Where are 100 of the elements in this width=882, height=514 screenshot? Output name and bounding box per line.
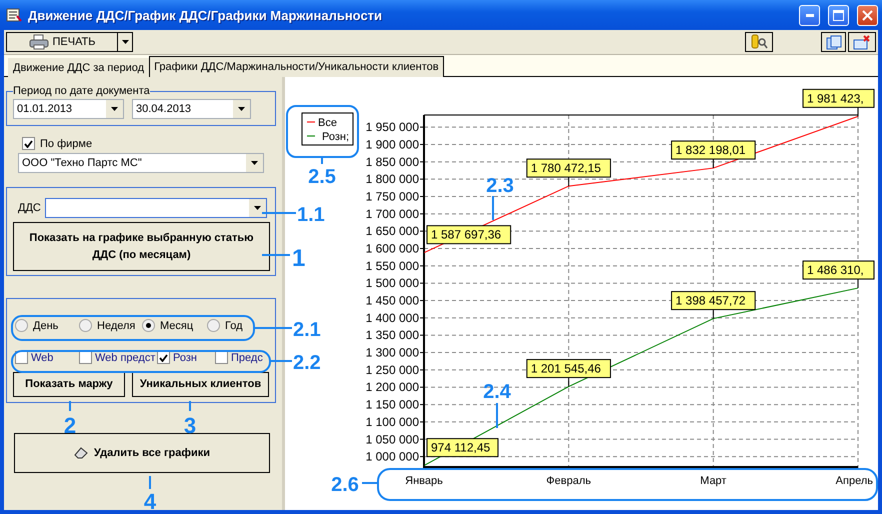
radio-label: День — [33, 320, 58, 332]
radio-label: Год — [225, 320, 243, 332]
leader-line — [270, 360, 292, 362]
date-to-field[interactable]: 30.04.2013 — [132, 99, 251, 119]
printer-icon — [28, 34, 48, 50]
checkbox-label: По фирме — [40, 138, 92, 150]
maximize-button[interactable] — [828, 4, 849, 26]
radio-label: Неделя — [97, 320, 136, 332]
radio-button[interactable] — [15, 319, 28, 332]
close-window-icon[interactable] — [848, 32, 876, 52]
callout-label: 2.6 — [331, 474, 359, 496]
channel-checkbox[interactable] — [79, 351, 92, 364]
channel-checkbox[interactable] — [215, 351, 228, 364]
y-axis-label: 1 850 000 — [366, 154, 419, 169]
close-icon — [862, 10, 873, 20]
y-axis-label: 1 350 000 — [366, 328, 419, 342]
y-axis-label: 1 550 000 — [366, 258, 419, 273]
dds-label: ДДС — [18, 202, 41, 214]
unique-clients-button[interactable]: Уникальных клиентов — [132, 372, 269, 397]
y-axis-label: 1 150 000 — [366, 398, 419, 412]
y-axis-label: 1 500 000 — [366, 276, 419, 290]
y-axis-label: 1 650 000 — [366, 224, 419, 238]
y-axis-label: 1 100 000 — [366, 414, 419, 429]
value-label: 974 112,45 — [424, 438, 498, 466]
legend-background — [302, 112, 354, 146]
value-label: 1 981 423, — [802, 88, 874, 117]
windows-icon[interactable] — [821, 32, 846, 52]
dropdown-button[interactable] — [118, 32, 133, 52]
y-axis-label: 1 300 000 — [366, 346, 419, 360]
window-title: Движение ДДС/График ДДС/Графики Маржинальности — [28, 8, 384, 22]
radio-button[interactable] — [207, 319, 220, 332]
y-axis-label: 1 450 000 — [366, 294, 419, 308]
show-margin-button[interactable]: Показать маржу — [13, 372, 125, 397]
radio-button[interactable] — [142, 319, 155, 332]
legend-label: Розн; — [322, 131, 350, 143]
radio-label: Месяц — [160, 320, 194, 332]
y-axis-label: 1 700 000 — [366, 206, 419, 221]
dds-field[interactable] — [44, 198, 267, 218]
maximize-icon — [833, 10, 844, 20]
leader-line — [262, 254, 290, 256]
callout-label: 1.1 — [297, 204, 325, 226]
value-label: 1 587 697,36 — [424, 225, 512, 254]
leader-line — [69, 401, 71, 411]
checkbox-label: Розн — [173, 352, 197, 364]
channel-checkbox[interactable] — [157, 351, 170, 364]
tab[interactable]: Движение ДДС за период — [8, 58, 150, 77]
callout-label: 1 — [292, 245, 306, 272]
caret-icon — [111, 107, 118, 111]
leader-line — [362, 482, 378, 484]
firm-checkbox[interactable] — [22, 137, 35, 150]
legend-item: Розн; — [306, 131, 350, 143]
leader-line — [149, 476, 151, 489]
checkbox-label: Web — [31, 352, 54, 364]
caret-icon — [122, 40, 128, 44]
x-axis-label: Апрель — [836, 475, 873, 487]
firm-field[interactable]: ООО "Техно Партс МС" — [18, 153, 264, 173]
leader-line — [321, 157, 323, 164]
eraser-icon — [74, 447, 88, 459]
callout-label: 2.3 — [486, 175, 514, 197]
key-icon[interactable] — [745, 32, 773, 52]
checkbox-label: Web предст — [95, 352, 156, 364]
x-axis-label: Февраль — [546, 475, 592, 487]
y-axis-label: 1 000 000 — [366, 450, 419, 464]
callout-label: 4 — [144, 489, 156, 514]
legend-item: Все — [306, 117, 337, 129]
radio-button[interactable] — [79, 319, 92, 332]
checkbox-label: Предс — [231, 352, 263, 364]
caret-icon — [238, 107, 245, 111]
caret-icon — [254, 206, 261, 210]
y-axis-label: 1 950 000 — [366, 120, 419, 134]
check-icon — [24, 140, 33, 148]
date-from-field[interactable]: 01.01.2013 — [13, 99, 124, 119]
print-button[interactable]: ПЕЧАТЬ — [6, 32, 118, 52]
y-axis-label: 1 200 000 — [366, 380, 419, 394]
group-title: Период по дате документа — [13, 85, 150, 97]
callout-label: 2.5 — [308, 166, 336, 188]
value-label: 1 398 457,72 — [671, 291, 756, 320]
leader-line — [254, 327, 292, 329]
minimize-button[interactable] — [799, 4, 820, 26]
tab[interactable]: Графики ДДС/Маржинальности/Уникальности клиентов — [149, 56, 444, 77]
value-label: 1 201 545,46 — [526, 359, 611, 388]
check-icon — [159, 354, 168, 362]
x-axis-label: Март — [700, 475, 726, 487]
y-axis-label: 1 900 000 — [366, 137, 419, 152]
y-axis-label: 1 750 000 — [366, 190, 419, 204]
close-button[interactable] — [857, 4, 878, 26]
leader-line — [189, 401, 191, 411]
caret-icon — [251, 161, 258, 165]
y-axis-label: 1 250 000 — [366, 362, 419, 377]
value-label: 1 832 198,01 — [671, 140, 756, 169]
clear-charts-button[interactable]: Удалить все графики — [14, 433, 270, 473]
y-axis-label: 1 050 000 — [366, 432, 419, 446]
value-label: 1 486 310, — [802, 260, 874, 289]
leader-line — [496, 403, 498, 428]
show-chart-button[interactable]: Показать на графике выбранную статью ДДС (по месяцам) — [13, 222, 270, 271]
legend-label: Все — [318, 117, 337, 129]
x-axis-label: Январь — [405, 475, 443, 487]
callout-label: 2.4 — [483, 381, 511, 403]
minimize-icon — [806, 14, 814, 16]
leader-line — [262, 212, 296, 214]
